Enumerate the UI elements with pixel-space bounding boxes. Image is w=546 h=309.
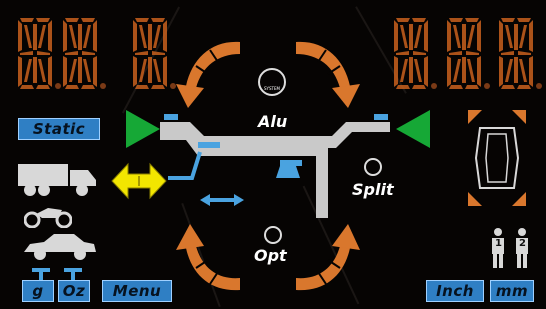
inch-label: Inch <box>436 282 474 300</box>
logo-text: SYSTEM <box>264 86 280 91</box>
inch-button[interactable]: Inch <box>426 280 484 302</box>
left-digit-2 <box>61 16 106 91</box>
static-label: Static <box>32 120 86 138</box>
double-arrow-blue-icon <box>200 194 244 206</box>
menu-button[interactable]: Menu <box>102 280 172 302</box>
mode-opt-label[interactable]: Opt <box>254 246 287 265</box>
unit-oz-label: Oz <box>62 282 86 300</box>
left-digit-1 <box>16 16 61 91</box>
scale-icon <box>32 268 82 280</box>
right-digit-3 <box>497 16 542 91</box>
arrow-top-left-icon <box>176 41 240 108</box>
mode-split-label[interactable]: Split <box>352 180 394 199</box>
static-button[interactable]: Static <box>18 118 100 140</box>
green-triangle-left-icon <box>126 110 160 148</box>
system-logo-icon: SYSTEM <box>258 68 286 96</box>
arrow-bottom-right-icon <box>296 224 360 291</box>
motorcycle-icon[interactable] <box>24 202 72 228</box>
mm-label: mm <box>495 282 529 300</box>
unit-oz-button[interactable]: Oz <box>58 280 90 302</box>
weight-right-top <box>374 114 388 120</box>
operator-icons[interactable]: 1 2 <box>490 228 534 268</box>
split-gear-icon <box>364 158 382 176</box>
arrow-bottom-left-icon <box>176 224 240 291</box>
opt-gear-icon <box>264 226 282 244</box>
truck-icon[interactable] <box>18 160 96 198</box>
unit-g-button[interactable]: g <box>22 280 54 302</box>
weight-left-top <box>164 114 178 120</box>
car-icon[interactable] <box>22 232 98 262</box>
mm-button[interactable]: mm <box>490 280 534 302</box>
operator-1-label: 1 <box>495 238 502 249</box>
menu-label: Menu <box>112 282 162 300</box>
balancer-display: Alu Split Opt SYSTEM 1 2 Static g Oz Men… <box>0 0 546 309</box>
arrow-top-right-icon <box>296 41 360 108</box>
wheel-dimension-icon <box>468 110 526 206</box>
unit-g-label: g <box>32 282 44 300</box>
mode-alu-label[interactable]: Alu <box>258 112 287 131</box>
yellow-double-arrow-icon[interactable] <box>110 160 168 202</box>
right-digit-2 <box>445 16 490 91</box>
operator-2-label: 2 <box>519 238 526 249</box>
green-triangle-right-icon <box>396 110 430 148</box>
